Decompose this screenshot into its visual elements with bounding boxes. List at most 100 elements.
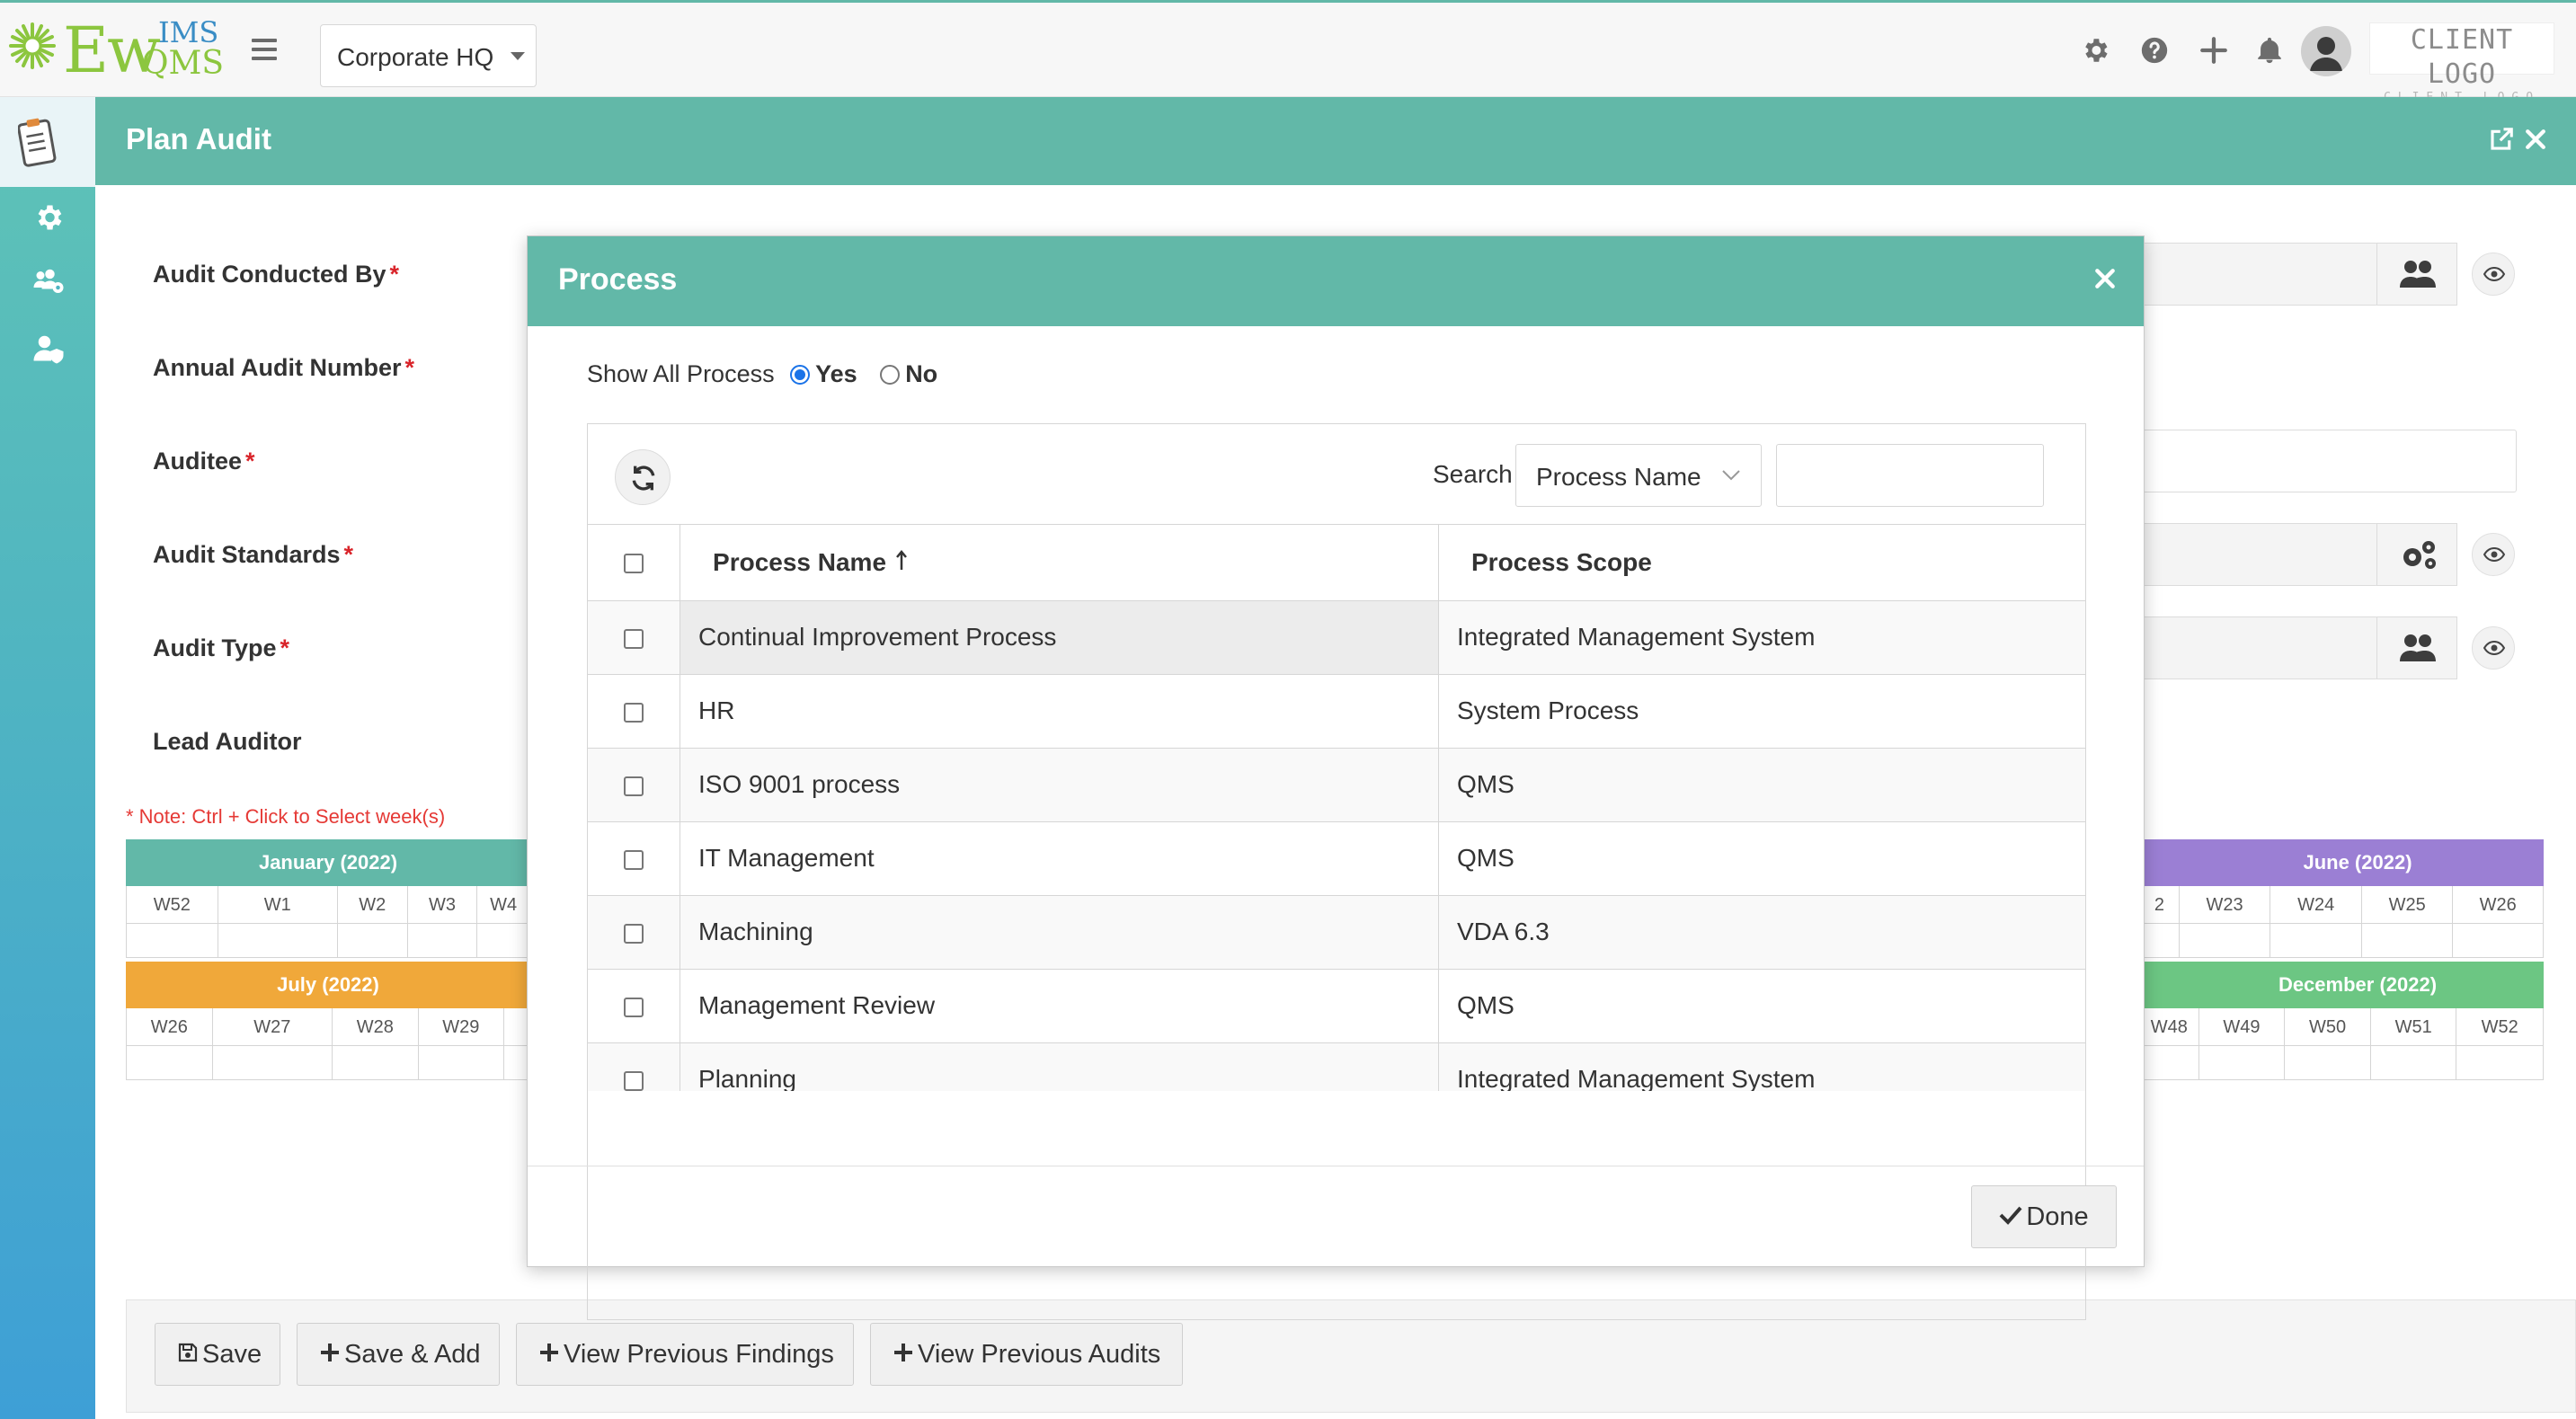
week-cell[interactable]: W52 bbox=[127, 886, 218, 923]
week-select-cell[interactable] bbox=[2180, 924, 2271, 957]
select-standards-button[interactable] bbox=[2376, 523, 2457, 586]
week-select-cell[interactable] bbox=[218, 924, 338, 957]
row-checkbox[interactable] bbox=[623, 628, 644, 649]
table-row[interactable]: Planning Integrated Management System bbox=[588, 1042, 2085, 1091]
week-cell[interactable]: W25 bbox=[2362, 886, 2454, 923]
gear-icon[interactable] bbox=[2080, 35, 2110, 66]
audit-conducted-by-field[interactable] bbox=[2139, 243, 2378, 306]
week-cell[interactable]: 2 bbox=[2140, 886, 2180, 923]
row-checkbox[interactable] bbox=[623, 997, 644, 1017]
select-audit-type-button[interactable] bbox=[2376, 616, 2457, 679]
week-cell[interactable]: W28 bbox=[333, 1008, 419, 1045]
site-selector[interactable]: Corporate HQ bbox=[320, 24, 537, 87]
week-cell[interactable]: W29 bbox=[419, 1008, 505, 1045]
sidebar-user-shield-icon[interactable] bbox=[32, 333, 65, 365]
auditee-field[interactable] bbox=[2139, 430, 2517, 492]
week-select-cell[interactable] bbox=[333, 1046, 419, 1079]
external-link-icon[interactable] bbox=[2488, 126, 2515, 153]
week-select-cell[interactable] bbox=[2456, 1046, 2543, 1079]
table-row[interactable]: Machining VDA 6.3 bbox=[588, 895, 2085, 970]
bell-icon[interactable] bbox=[2254, 35, 2285, 66]
radio-no[interactable] bbox=[880, 365, 901, 385]
process-name-cell[interactable]: Planning bbox=[680, 1042, 1439, 1091]
process-scope-cell[interactable]: QMS bbox=[1438, 821, 2085, 896]
process-scope-cell[interactable]: VDA 6.3 bbox=[1438, 895, 2085, 970]
process-name-cell[interactable]: IT Management bbox=[680, 821, 1439, 896]
week-cell[interactable]: W23 bbox=[2180, 886, 2271, 923]
view-previous-findings-button[interactable]: View Previous Findings bbox=[516, 1323, 854, 1386]
process-name-cell[interactable]: Management Review bbox=[680, 969, 1439, 1043]
week-select-cell[interactable] bbox=[127, 924, 218, 957]
save-and-add-button[interactable]: Save & Add bbox=[297, 1323, 500, 1386]
week-cell[interactable]: W51 bbox=[2371, 1008, 2457, 1045]
week-cell[interactable] bbox=[504, 1008, 529, 1045]
refresh-button[interactable] bbox=[615, 449, 671, 505]
process-name-cell[interactable]: Continual Improvement Process bbox=[680, 600, 1439, 675]
table-row[interactable]: ISO 9001 process QMS bbox=[588, 748, 2085, 822]
process-scope-cell[interactable]: QMS bbox=[1438, 969, 2085, 1043]
process-name-cell[interactable]: HR bbox=[680, 674, 1439, 749]
column-header-process-name[interactable]: Process Name bbox=[680, 525, 1439, 601]
week-cell[interactable]: W24 bbox=[2270, 886, 2362, 923]
week-select-cell[interactable] bbox=[213, 1046, 333, 1079]
process-scope-cell[interactable]: QMS bbox=[1438, 748, 2085, 822]
week-cell[interactable]: W50 bbox=[2285, 1008, 2371, 1045]
sidebar-gear-icon[interactable] bbox=[32, 201, 65, 234]
search-input[interactable] bbox=[1776, 444, 2044, 507]
search-field-select[interactable]: Process Name bbox=[1515, 444, 1762, 507]
process-scope-cell[interactable]: System Process bbox=[1438, 674, 2085, 749]
table-row[interactable]: IT Management QMS bbox=[588, 821, 2085, 896]
table-row[interactable]: Management Review QMS bbox=[588, 969, 2085, 1043]
week-cell[interactable]: W4 bbox=[477, 886, 529, 923]
week-cell[interactable]: W1 bbox=[218, 886, 338, 923]
week-select-cell[interactable] bbox=[477, 924, 529, 957]
menu-toggle-icon[interactable] bbox=[252, 39, 277, 66]
audit-type-field[interactable] bbox=[2139, 616, 2378, 679]
close-icon[interactable] bbox=[2093, 267, 2117, 290]
table-row[interactable]: HR System Process bbox=[588, 674, 2085, 749]
process-name-cell[interactable]: ISO 9001 process bbox=[680, 748, 1439, 822]
done-button[interactable]: Done bbox=[1971, 1185, 2117, 1248]
row-checkbox[interactable] bbox=[623, 702, 644, 723]
audit-standards-field[interactable] bbox=[2139, 523, 2378, 586]
row-checkbox[interactable] bbox=[623, 776, 644, 796]
week-cell[interactable]: W2 bbox=[338, 886, 408, 923]
select-users-button[interactable] bbox=[2376, 243, 2457, 306]
process-name-cell[interactable]: Machining bbox=[680, 895, 1439, 970]
week-select-cell[interactable] bbox=[2140, 1046, 2199, 1079]
week-select-cell[interactable] bbox=[2270, 924, 2362, 957]
row-checkbox[interactable] bbox=[623, 1070, 644, 1091]
week-select-cell[interactable] bbox=[2140, 924, 2180, 957]
week-cell[interactable]: W27 bbox=[213, 1008, 333, 1045]
column-header-process-scope[interactable]: Process Scope bbox=[1438, 525, 2085, 601]
week-select-cell[interactable] bbox=[2199, 1046, 2286, 1079]
process-scope-cell[interactable]: Integrated Management System bbox=[1438, 1042, 2085, 1091]
week-cell[interactable]: W52 bbox=[2456, 1008, 2543, 1045]
save-button[interactable]: Save bbox=[155, 1323, 280, 1386]
row-checkbox[interactable] bbox=[623, 849, 644, 870]
help-icon[interactable] bbox=[2139, 35, 2170, 66]
week-cell[interactable]: W48 bbox=[2140, 1008, 2199, 1045]
week-select-cell[interactable] bbox=[2453, 924, 2543, 957]
week-select-cell[interactable] bbox=[338, 924, 408, 957]
week-select-cell[interactable] bbox=[408, 924, 478, 957]
user-avatar[interactable] bbox=[2301, 26, 2351, 76]
week-select-cell[interactable] bbox=[504, 1046, 529, 1079]
sidebar-item-audit[interactable] bbox=[0, 97, 95, 187]
app-logo[interactable]: Ew IMS QMS bbox=[7, 12, 232, 87]
week-cell[interactable]: W26 bbox=[2453, 886, 2543, 923]
plus-icon[interactable] bbox=[2198, 35, 2229, 66]
week-select-cell[interactable] bbox=[127, 1046, 213, 1079]
week-select-cell[interactable] bbox=[2362, 924, 2454, 957]
view-eye-icon[interactable] bbox=[2472, 253, 2515, 296]
week-cell[interactable]: W49 bbox=[2199, 1008, 2286, 1045]
week-cell[interactable]: W3 bbox=[408, 886, 478, 923]
sidebar-users-cog-icon[interactable] bbox=[32, 266, 65, 298]
week-cell[interactable]: W26 bbox=[127, 1008, 213, 1045]
row-checkbox[interactable] bbox=[623, 923, 644, 944]
week-select-cell[interactable] bbox=[2285, 1046, 2371, 1079]
radio-yes[interactable] bbox=[790, 365, 811, 385]
view-eye-icon[interactable] bbox=[2472, 533, 2515, 576]
close-page-icon[interactable] bbox=[2522, 126, 2549, 153]
view-previous-audits-button[interactable]: View Previous Audits bbox=[870, 1323, 1183, 1386]
